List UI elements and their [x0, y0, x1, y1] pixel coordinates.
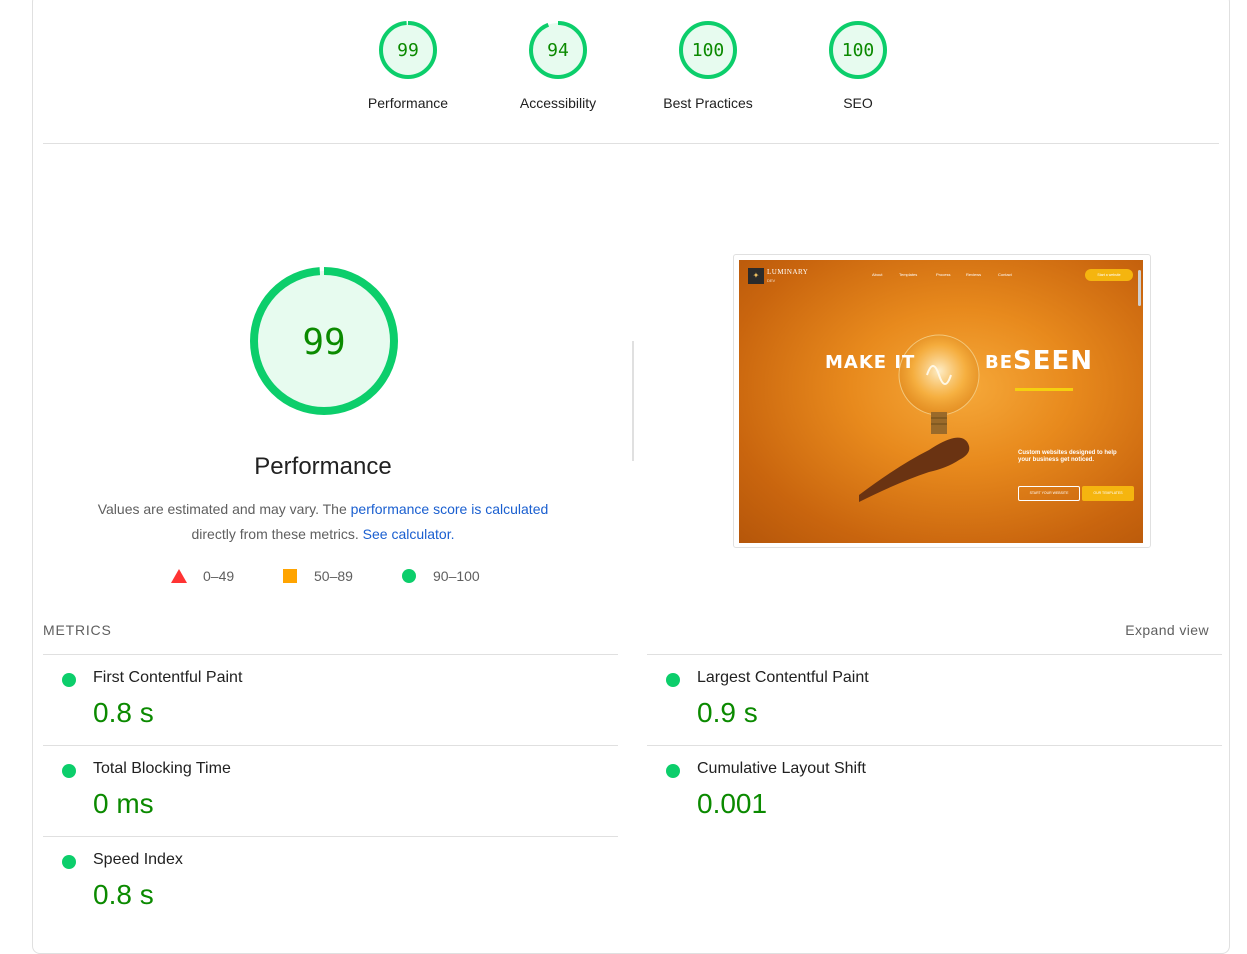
- screenshot-image: ✦ LUMINARY DEV About Templates Process R…: [739, 260, 1143, 543]
- performance-score: 99: [302, 322, 345, 363]
- metric-cumulative-layout-shift: Cumulative Layout Shift 0.001: [647, 746, 1207, 836]
- legend-pass: 90–100: [402, 568, 480, 584]
- desc-text: directly from these metrics.: [191, 526, 359, 542]
- screenshot-nav-item: Process: [936, 272, 951, 277]
- screenshot-scrollbar: [1138, 270, 1141, 306]
- gauge-performance[interactable]: 99 Performance: [353, 19, 463, 111]
- metric-name: Largest Contentful Paint: [697, 669, 869, 686]
- gauge-ring: 100: [679, 21, 737, 79]
- screenshot-hero-mid: BE: [985, 352, 1014, 373]
- screenshot-button-start: START YOUR WEBSITE: [1018, 486, 1080, 501]
- screenshot-hero-right: SEEN: [1013, 346, 1094, 376]
- square-average-icon: [283, 569, 297, 583]
- metric-name: First Contentful Paint: [93, 669, 243, 686]
- screenshot-logo-icon: ✦: [748, 268, 764, 284]
- screenshot-subtitle: Custom websites designed to help your bu…: [1018, 450, 1117, 463]
- legend-label: 0–49: [203, 568, 235, 584]
- screenshot-brand-sub: DEV: [767, 278, 776, 283]
- gauge-best-practices[interactable]: 100 Best Practices: [653, 19, 763, 111]
- screenshot-brand: LUMINARY: [767, 268, 809, 276]
- screenshot-cta: Start a website: [1085, 269, 1133, 281]
- desc-text: Values are estimated and may vary. The: [97, 501, 351, 517]
- pass-circle-icon: [666, 764, 680, 778]
- gauge-score: 100: [692, 40, 725, 61]
- expand-view-toggle[interactable]: Expand view: [1125, 622, 1209, 638]
- metric-first-contentful-paint: First Contentful Paint 0.8 s: [43, 655, 603, 745]
- pass-circle-icon: [62, 764, 76, 778]
- gauge-label: SEO: [843, 95, 873, 111]
- pass-circle-icon: [666, 673, 680, 687]
- metric-value: 0.8 s: [93, 697, 154, 728]
- metric-name: Speed Index: [93, 851, 183, 868]
- screenshot-nav-item: About: [872, 272, 883, 277]
- legend-label: 50–89: [314, 568, 353, 584]
- gauge-seo[interactable]: 100 SEO: [803, 19, 913, 111]
- metric-value: 0.8 s: [93, 879, 154, 910]
- lightbulb-hand-icon: [859, 334, 980, 502]
- metric-value: 0.9 s: [697, 697, 758, 728]
- metric-largest-contentful-paint: Largest Contentful Paint 0.9 s: [647, 655, 1207, 745]
- final-screenshot[interactable]: ✦ LUMINARY DEV About Templates Process R…: [733, 254, 1151, 548]
- screenshot-underline: [1015, 388, 1073, 391]
- metric-name: Total Blocking Time: [93, 760, 231, 777]
- triangle-fail-icon: [171, 569, 187, 583]
- pass-circle-icon: [62, 673, 76, 687]
- metrics-heading: METRICS: [43, 622, 112, 638]
- pass-circle-icon: [62, 855, 76, 869]
- score-legend: 0–49 50–89 90–100: [33, 568, 613, 588]
- screenshot-nav-item: Templates: [899, 272, 918, 277]
- vertical-separator: [632, 341, 634, 461]
- screenshot-button-templates: OUR TEMPLATES: [1082, 486, 1134, 501]
- screenshot-nav-item: Contact: [998, 272, 1012, 277]
- screenshot-nav-item: Reviews: [966, 272, 982, 277]
- gauge-label: Accessibility: [519, 95, 597, 111]
- gauge-score: 100: [842, 40, 875, 61]
- metric-total-blocking-time: Total Blocking Time 0 ms: [43, 746, 603, 836]
- gauge-ring: 100: [829, 21, 887, 79]
- performance-description: Values are estimated and may vary. The p…: [73, 497, 573, 547]
- see-calculator-link[interactable]: See calculator.: [363, 526, 455, 542]
- gauge-score: 94: [547, 40, 569, 61]
- report-card: 99 Performance 94 Accessibility 100 Best…: [32, 0, 1230, 954]
- metric-value: 0.001: [697, 788, 768, 819]
- header-divider: [43, 143, 1219, 144]
- gauge-score: 99: [397, 40, 419, 61]
- category-gauges: 99 Performance 94 Accessibility 100 Best…: [33, 0, 1229, 145]
- gauge-ring: 99: [379, 21, 437, 79]
- performance-title: Performance: [254, 453, 392, 480]
- legend-average: 50–89: [283, 568, 353, 584]
- circle-pass-icon: [402, 569, 416, 583]
- screenshot-hero-left: MAKE IT: [825, 352, 916, 373]
- gauge-ring: 94: [529, 21, 587, 79]
- gauge-label: Performance: [367, 95, 449, 111]
- performance-gauge: 99: [250, 267, 398, 415]
- score-calculated-link[interactable]: performance score is calculated: [351, 501, 549, 517]
- gauge-label: Best Practices: [663, 95, 753, 111]
- gauge-accessibility[interactable]: 94 Accessibility: [503, 19, 613, 111]
- legend-fail: 0–49: [171, 568, 234, 584]
- metric-value: 0 ms: [93, 788, 154, 819]
- metric-speed-index: Speed Index 0.8 s: [43, 837, 603, 927]
- legend-label: 90–100: [433, 568, 480, 584]
- metric-name: Cumulative Layout Shift: [697, 760, 866, 777]
